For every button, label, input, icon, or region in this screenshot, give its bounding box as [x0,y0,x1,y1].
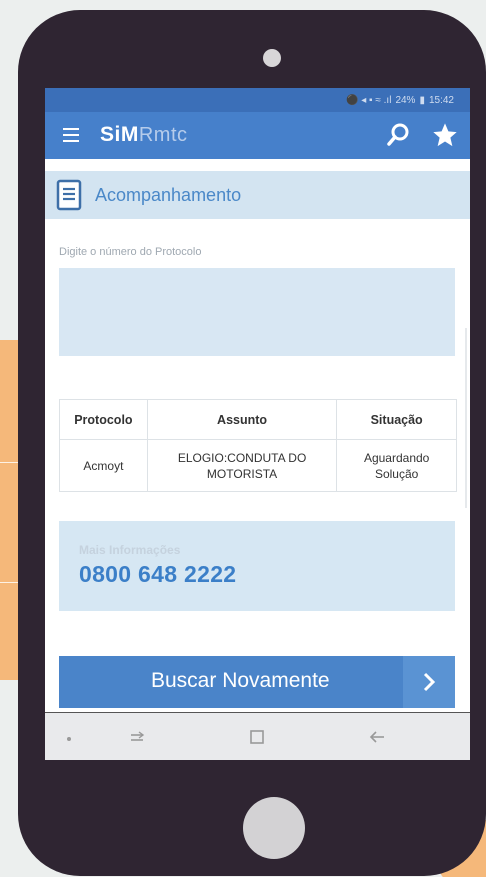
battery-icon: ▮ [419,94,425,106]
search-icon[interactable] [385,122,411,148]
scrollbar[interactable] [465,328,467,508]
android-nav-bar [45,712,470,760]
camera-icon [263,49,281,67]
home-square-icon[interactable] [245,725,269,749]
document-icon [56,179,82,211]
phone-screen: ⚫ ◂ ▪ ≈ .ıl 24% ▮ 15:42 SiMRmtc Acompanh… [45,88,470,760]
app-logo: SiMRmtc [100,123,188,146]
info-label: Mais Informações [79,543,181,557]
search-again-button[interactable]: Buscar Novamente [59,656,455,708]
home-button[interactable] [243,797,305,859]
recent-dot-icon[interactable] [57,725,81,749]
recent-apps-icon[interactable] [125,725,149,749]
info-box: Mais Informações 0800 648 2222 [59,521,455,611]
app-bar: SiMRmtc [45,112,470,159]
signal-icons: ⚫ ◂ ▪ ≈ .ıl [346,94,392,106]
results-table: Protocolo Assunto Situação Acmoyt ELOGIO… [59,399,457,492]
column-header-assunto: Assunto [146,399,338,440]
protocol-field-label: Digite o número do Protocolo [59,246,202,258]
cell-protocolo: Acmoyt [59,439,148,492]
table-row[interactable]: Acmoyt ELOGIO:CONDUTA DO MOTORISTA Aguar… [59,439,457,492]
status-time: 15:42 [428,94,454,106]
section-title: Acompanhamento [95,185,242,205]
cell-assunto: ELOGIO:CONDUTA DO MOTORISTA [146,439,338,492]
star-icon[interactable] [431,121,459,149]
protocol-input[interactable] [59,268,455,356]
search-again-label: Buscar Novamente [151,669,330,692]
table-header-row: Protocolo Assunto Situação [59,399,457,440]
column-header-situacao: Situação [336,399,457,440]
info-phone-number[interactable]: 0800 648 2222 [79,561,236,588]
section-header: Acompanhamento [45,171,470,219]
chevron-right-icon [403,656,455,708]
column-header-protocolo: Protocolo [59,399,148,440]
back-icon[interactable] [365,725,389,749]
status-bar: ⚫ ◂ ▪ ≈ .ıl 24% ▮ 15:42 [45,88,470,112]
cell-situacao: Aguardando Solução [336,439,457,492]
menu-icon[interactable] [63,128,79,142]
battery-level: 24% [395,94,416,106]
